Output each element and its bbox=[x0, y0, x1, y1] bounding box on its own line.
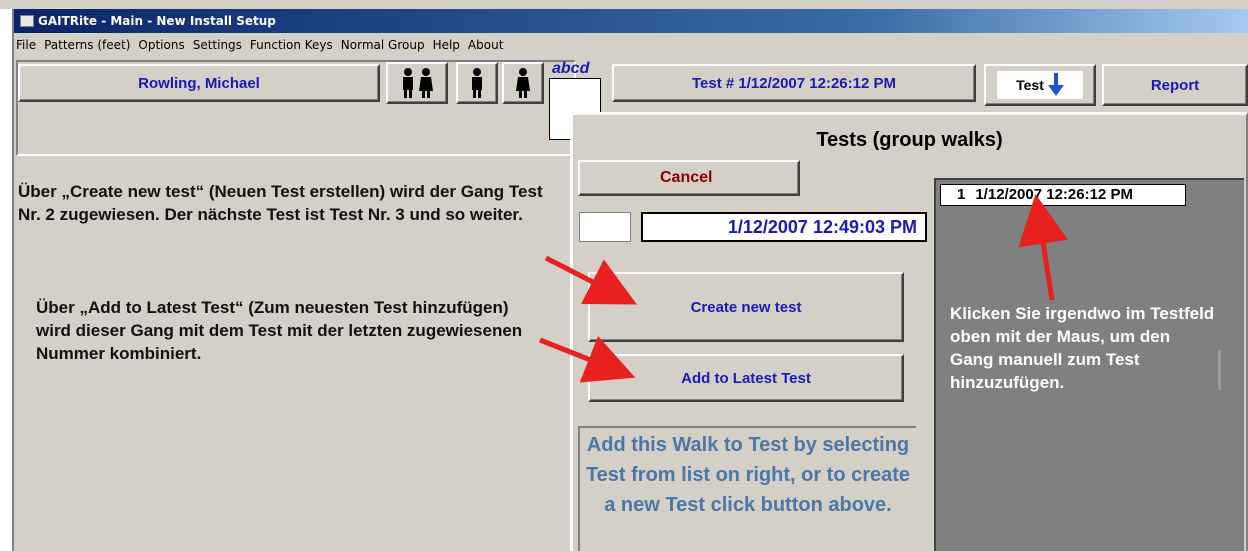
test-list-item-number: 1 bbox=[957, 186, 966, 203]
annotation-list: Klicken Sie irgendwo im Testfeld oben mi… bbox=[950, 304, 1215, 392]
test-number-label: Test # 1/12/2007 12:26:12 PM bbox=[691, 74, 897, 92]
report-label: Report bbox=[1150, 76, 1200, 94]
add-to-latest-test-label: Add to Latest Test bbox=[681, 369, 811, 387]
report-button[interactable]: Report bbox=[1102, 64, 1248, 106]
menu-options[interactable]: Options bbox=[138, 38, 184, 52]
app-icon bbox=[20, 15, 34, 27]
cancel-label: Cancel bbox=[660, 169, 713, 186]
add-to-latest-test-button[interactable]: Add to Latest Test bbox=[588, 354, 904, 402]
menu-file[interactable]: File bbox=[16, 38, 36, 52]
annotation-add: Über „Add to Latest Test“ (Zum neuesten … bbox=[36, 298, 523, 363]
annotation-create: Über „Create new test“ (Neuen Test erste… bbox=[18, 182, 543, 224]
woman-icon bbox=[516, 68, 530, 98]
menu-bar: File Patterns (feet) Options Settings Fu… bbox=[16, 33, 511, 57]
create-new-test-label: Create new test bbox=[690, 298, 802, 316]
walk-datetime: 1/12/2007 12:49:03 PM bbox=[727, 216, 917, 237]
test-list-item-datetime: 1/12/2007 12:26:12 PM bbox=[975, 186, 1133, 203]
arrow-down-icon bbox=[1047, 73, 1064, 96]
menu-patterns[interactable]: Patterns (feet) bbox=[44, 38, 130, 52]
window-left-edge bbox=[0, 9, 14, 551]
man-icon bbox=[472, 68, 482, 98]
test-dropdown-face: Test bbox=[997, 71, 1083, 99]
menu-settings[interactable]: Settings bbox=[193, 38, 242, 52]
test-dropdown-button[interactable]: Test bbox=[984, 64, 1096, 106]
group-couple-button[interactable] bbox=[386, 62, 448, 104]
test-button-label: Test bbox=[1016, 77, 1044, 93]
test-number-button[interactable]: Test # 1/12/2007 12:26:12 PM bbox=[612, 64, 976, 102]
group-man-button[interactable] bbox=[456, 62, 498, 104]
list-scrollbar-mark bbox=[1218, 350, 1221, 390]
help-text: Add this Walk to Test by selecting Test … bbox=[578, 426, 916, 551]
patient-name-button[interactable]: Rowling, Michael bbox=[18, 64, 380, 102]
menu-about[interactable]: About bbox=[468, 38, 503, 52]
test-list-item[interactable]: 1 1/12/2007 12:26:12 PM bbox=[940, 184, 1186, 206]
walk-datetime-field[interactable]: 1/12/2007 12:49:03 PM bbox=[641, 212, 927, 242]
couple-icon bbox=[403, 68, 433, 98]
patient-name: Rowling, Michael bbox=[138, 74, 260, 92]
dialog-title: Tests (group walks) bbox=[816, 129, 1003, 151]
title-bar: GAITRite - Main - New Install Setup bbox=[14, 9, 1248, 33]
window-title: GAITRite - Main - New Install Setup bbox=[38, 14, 276, 28]
walk-number-field[interactable] bbox=[579, 212, 631, 242]
abcd-label: abcd bbox=[552, 60, 590, 77]
menu-normal-group[interactable]: Normal Group bbox=[341, 38, 425, 52]
group-woman-button[interactable] bbox=[502, 62, 544, 104]
create-new-test-button[interactable]: Create new test bbox=[588, 272, 904, 342]
cancel-button[interactable]: Cancel bbox=[578, 160, 800, 196]
menu-help[interactable]: Help bbox=[433, 38, 460, 52]
menu-function-keys[interactable]: Function Keys bbox=[250, 38, 333, 52]
